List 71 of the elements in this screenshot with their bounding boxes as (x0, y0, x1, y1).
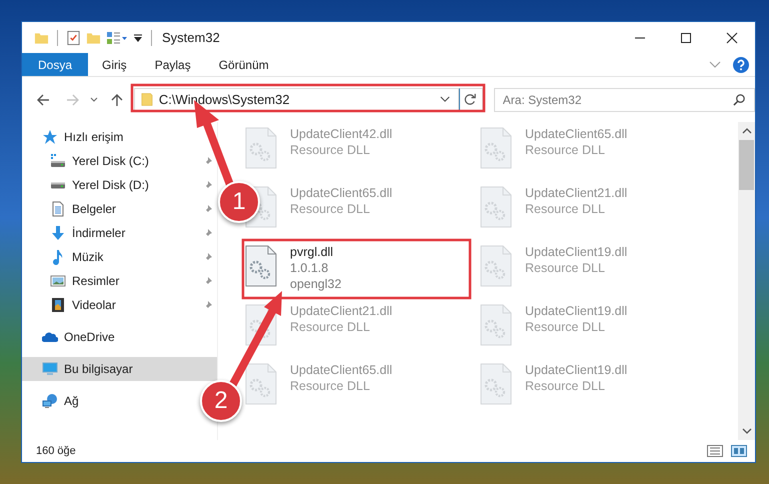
details-view-icon[interactable] (707, 445, 723, 457)
maximize-icon[interactable] (680, 32, 692, 44)
minimize-icon[interactable] (634, 36, 646, 38)
search-icon[interactable] (732, 92, 746, 106)
file-detail: Resource DLL (525, 319, 606, 335)
sidebar-item[interactable]: Hızlı erişim (22, 125, 130, 149)
file-detail: opengl32 (290, 276, 342, 292)
customize-caret-icon[interactable] (133, 32, 143, 42)
ribbon-tab[interactable]: Görünüm (204, 53, 283, 76)
sidebar-item[interactable]: Yerel Disk (D:) (22, 173, 217, 197)
dll-file-icon[interactable] (245, 245, 277, 287)
file-detail: Resource DLL (525, 201, 606, 217)
monitor-icon (42, 361, 58, 377)
ribbon-tab[interactable]: Paylaş (140, 53, 205, 76)
sidebar-item[interactable]: Belgeler (22, 197, 217, 221)
scroll-down-icon[interactable] (742, 428, 752, 434)
file-name: UpdateClient19.dll (525, 303, 628, 319)
file-detail: 1.0.1.8 (290, 260, 330, 276)
sidebar-item[interactable]: Resimler (22, 269, 217, 293)
file-name: UpdateClient42.dll (290, 126, 392, 142)
sidebar-item[interactable]: İndirmeler (22, 221, 217, 245)
folder-icon (140, 92, 153, 107)
file-name: UpdateClient65.dll (290, 362, 392, 378)
checklist-icon[interactable] (66, 30, 81, 46)
back-arrow-icon[interactable] (36, 92, 50, 106)
window-title: System32 (162, 30, 220, 45)
drive-icon (50, 153, 66, 169)
item-count: 160 öğe (36, 445, 76, 457)
file-name: UpdateClient21.dll (290, 303, 392, 319)
picture-icon (50, 273, 66, 289)
ribbon-tab[interactable]: Giriş (88, 53, 141, 76)
sidebar-item[interactable]: Ağ (22, 389, 85, 413)
refresh-icon[interactable] (464, 93, 478, 106)
sidebar-item[interactable]: Yerel Disk (C:) (22, 149, 217, 173)
dropdown-chevron-icon[interactable] (440, 96, 450, 103)
ribbon-tab[interactable]: Dosya (22, 53, 88, 76)
file-name: UpdateClient65.dll (290, 185, 392, 201)
sidebar-item[interactable]: Müzik (22, 245, 217, 269)
scrollbar-thumb[interactable] (739, 140, 754, 190)
file-name: UpdateClient19.dll (525, 362, 628, 378)
file-name: UpdateClient65.dll (525, 126, 628, 142)
file-name: UpdateClient21.dll (525, 185, 628, 201)
sidebar-item[interactable]: Videolar (22, 293, 217, 317)
file-detail: Resource DLL (525, 260, 606, 276)
expand-ribbon-chevron-icon[interactable] (709, 60, 721, 68)
help-icon[interactable] (733, 56, 749, 72)
view-options-icon[interactable] (106, 30, 128, 46)
drive-icon (50, 182, 66, 188)
document-icon (50, 201, 66, 217)
large-icons-view-icon[interactable] (731, 445, 747, 457)
refresh-button[interactable] (458, 88, 483, 112)
file-detail: Resource DLL (290, 142, 371, 158)
recent-locations-caret-icon[interactable] (90, 96, 98, 102)
file-detail: Resource DLL (525, 378, 606, 394)
file-detail: Resource DLL (290, 201, 371, 217)
network-icon (42, 393, 58, 409)
download-arrow-icon (50, 225, 66, 241)
sidebar-item[interactable]: Bu bilgisayar (22, 357, 217, 381)
vertical-scrollbar[interactable] (738, 122, 755, 440)
scroll-up-icon[interactable] (742, 128, 752, 134)
sidebar-item[interactable]: OneDrive (22, 325, 121, 349)
file-name: UpdateClient19.dll (525, 244, 628, 260)
close-icon[interactable] (726, 32, 738, 44)
star-icon (42, 129, 58, 145)
search-field[interactable]: Ara: System32 (494, 88, 755, 112)
file-name: pvrgl.dll (290, 244, 334, 260)
film-icon (50, 297, 66, 313)
file-detail: Resource DLL (290, 319, 371, 335)
file-detail: Resource DLL (525, 142, 606, 158)
file-detail: Resource DLL (290, 378, 371, 394)
up-arrow-icon[interactable] (110, 92, 124, 106)
